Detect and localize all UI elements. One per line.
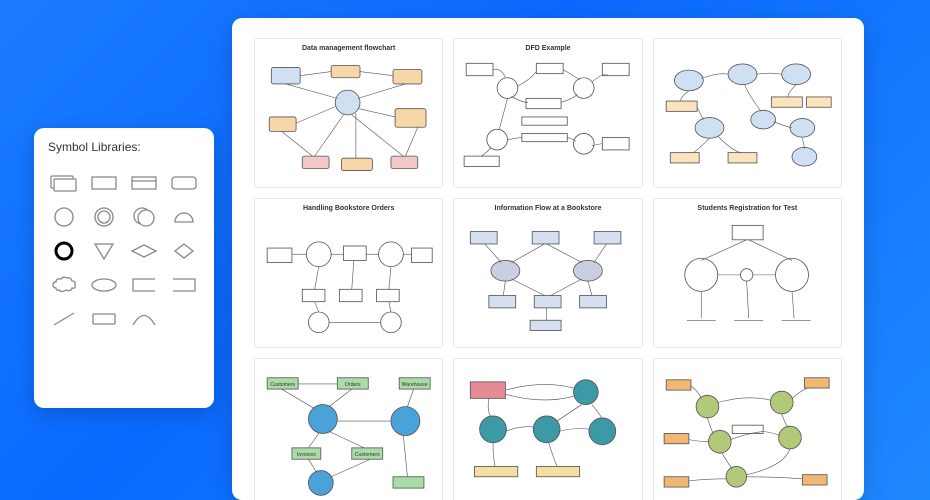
shape-rect-open-left[interactable] (169, 274, 199, 296)
node-label: Invoices (297, 452, 316, 458)
node-label: Warehouse (402, 382, 428, 388)
template-flow-green-blue[interactable]: Customers Orders Warehouse Invoices Cust… (254, 358, 443, 500)
templates-grid: Data management flowchart (254, 38, 842, 500)
shape-double-circle[interactable] (89, 206, 119, 228)
node-label: Orders (345, 382, 361, 388)
symbol-library-panel: Symbol Libraries: (34, 128, 214, 408)
shape-rect-header[interactable] (129, 172, 159, 194)
shape-circle[interactable] (49, 206, 79, 228)
shape-half-circle[interactable] (169, 206, 199, 228)
template-title: Students Registration for Test (697, 205, 797, 212)
template-title: DFD Example (525, 45, 570, 52)
template-dfd-example[interactable]: DFD Example (453, 38, 642, 188)
shape-rect-open-right[interactable] (129, 274, 159, 296)
shape-line[interactable] (49, 308, 79, 330)
template-bookstore-orders[interactable]: Handling Bookstore Orders (254, 198, 443, 348)
shape-empty (169, 308, 199, 330)
template-title: Data management flowchart (302, 45, 395, 52)
shape-curve[interactable] (129, 308, 159, 330)
template-title: Handling Bookstore Orders (303, 205, 394, 212)
template-info-flow-bookstore[interactable]: Information Flow at a Bookstore (453, 198, 642, 348)
template-data-management[interactable]: Data management flowchart (254, 38, 443, 188)
shape-triangle-down[interactable] (89, 240, 119, 262)
shape-circle-stacked[interactable] (129, 206, 159, 228)
templates-panel: Data management flowchart (232, 18, 864, 500)
template-flow-teal-curves[interactable] (453, 358, 642, 500)
template-flow-colored[interactable] (653, 38, 842, 188)
symbol-library-title: Symbol Libraries: (48, 140, 200, 154)
shape-open-rect-top-bottom[interactable] (89, 308, 119, 330)
node-label: Customers (270, 382, 295, 388)
template-title: Information Flow at a Bookstore (495, 205, 602, 212)
shape-cloud[interactable] (49, 274, 79, 296)
shape-rounded-rect[interactable] (169, 172, 199, 194)
shape-circle-bold[interactable] (49, 240, 79, 262)
symbol-grid (48, 172, 200, 330)
shape-rect[interactable] (89, 172, 119, 194)
shape-ellipse[interactable] (89, 274, 119, 296)
shape-stacked-rects[interactable] (49, 172, 79, 194)
shape-diamond[interactable] (169, 240, 199, 262)
template-flow-olive-orange[interactable] (653, 358, 842, 500)
shape-diamond-wide[interactable] (129, 240, 159, 262)
template-students-registration[interactable]: Students Registration for Test (653, 198, 842, 348)
node-label: Customers (355, 452, 380, 458)
